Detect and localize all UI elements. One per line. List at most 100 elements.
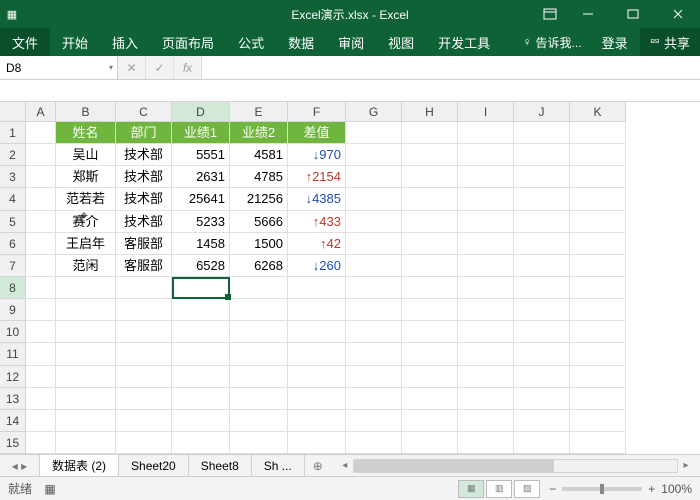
tab-view[interactable]: 视图: [376, 28, 426, 56]
cell[interactable]: [402, 166, 458, 188]
cell[interactable]: 5233: [172, 211, 230, 233]
sheet-tab[interactable]: Sh ...: [252, 455, 305, 476]
row-header[interactable]: 13: [0, 388, 26, 410]
cell[interactable]: [230, 343, 288, 365]
cell[interactable]: [346, 321, 402, 343]
row-header[interactable]: 10: [0, 321, 26, 343]
cell[interactable]: [514, 432, 570, 454]
cell[interactable]: [514, 144, 570, 166]
cell[interactable]: [458, 299, 514, 321]
cell[interactable]: [514, 277, 570, 299]
cell[interactable]: [570, 122, 626, 144]
cell[interactable]: 业绩1: [172, 122, 230, 144]
cell[interactable]: [458, 211, 514, 233]
col-header[interactable]: E: [230, 102, 288, 122]
cell[interactable]: [402, 299, 458, 321]
cell[interactable]: [116, 432, 172, 454]
cell[interactable]: [570, 432, 626, 454]
cell[interactable]: [288, 410, 346, 432]
cell[interactable]: [514, 166, 570, 188]
cell[interactable]: [514, 188, 570, 210]
cell[interactable]: 部门: [116, 122, 172, 144]
cell[interactable]: [288, 432, 346, 454]
spreadsheet-grid[interactable]: A B C D E F G H I J K 1姓名部门业绩1业绩2差值2吴山技术…: [0, 102, 700, 454]
cell[interactable]: [230, 388, 288, 410]
login-button[interactable]: 登录: [590, 28, 640, 56]
col-header[interactable]: G: [346, 102, 402, 122]
insert-function-button[interactable]: fx: [174, 56, 202, 79]
cell[interactable]: [458, 166, 514, 188]
col-header[interactable]: C: [116, 102, 172, 122]
zoom-level[interactable]: 100%: [661, 482, 692, 496]
cell[interactable]: [346, 166, 402, 188]
cell[interactable]: [346, 299, 402, 321]
row-header[interactable]: 11: [0, 343, 26, 365]
cell[interactable]: [346, 255, 402, 277]
col-header[interactable]: F: [288, 102, 346, 122]
col-header[interactable]: K: [570, 102, 626, 122]
cell[interactable]: [26, 388, 56, 410]
cell[interactable]: [346, 122, 402, 144]
cell[interactable]: 吴山: [56, 144, 116, 166]
cell[interactable]: ↓970: [288, 144, 346, 166]
row-header[interactable]: 3: [0, 166, 26, 188]
sheet-tab[interactable]: Sheet20: [119, 455, 189, 476]
cell[interactable]: [570, 166, 626, 188]
cell[interactable]: [570, 410, 626, 432]
row-header[interactable]: 4: [0, 188, 26, 210]
row-header[interactable]: 14: [0, 410, 26, 432]
cell[interactable]: [402, 366, 458, 388]
cell[interactable]: ↑433: [288, 211, 346, 233]
scroll-left-icon[interactable]: ◂: [337, 460, 353, 471]
cell[interactable]: [402, 343, 458, 365]
cell[interactable]: 2631: [172, 166, 230, 188]
minimize-button[interactable]: [565, 0, 610, 28]
cell[interactable]: 王启年: [56, 233, 116, 255]
cell[interactable]: [288, 343, 346, 365]
cell[interactable]: [402, 410, 458, 432]
cancel-formula-button[interactable]: ✕: [118, 56, 146, 79]
col-header[interactable]: D: [172, 102, 230, 122]
cell[interactable]: [26, 299, 56, 321]
cell[interactable]: [514, 343, 570, 365]
cell[interactable]: [230, 366, 288, 388]
cell[interactable]: [116, 410, 172, 432]
col-header[interactable]: I: [458, 102, 514, 122]
normal-view-button[interactable]: ▦: [458, 480, 484, 498]
col-header[interactable]: B: [56, 102, 116, 122]
row-header[interactable]: 1: [0, 122, 26, 144]
cell[interactable]: [402, 388, 458, 410]
cell[interactable]: [172, 410, 230, 432]
tab-formulas[interactable]: 公式: [226, 28, 276, 56]
cell[interactable]: [172, 299, 230, 321]
cell[interactable]: ↑42: [288, 233, 346, 255]
cell[interactable]: [570, 277, 626, 299]
cell[interactable]: [458, 321, 514, 343]
row-header[interactable]: 9: [0, 299, 26, 321]
cell[interactable]: [56, 366, 116, 388]
cell[interactable]: [570, 366, 626, 388]
cell[interactable]: [514, 211, 570, 233]
cell[interactable]: 客服部: [116, 233, 172, 255]
page-layout-view-button[interactable]: ▥: [486, 480, 512, 498]
cell[interactable]: [26, 211, 56, 233]
cell[interactable]: [346, 343, 402, 365]
cell[interactable]: [56, 432, 116, 454]
col-header[interactable]: J: [514, 102, 570, 122]
cell[interactable]: [56, 321, 116, 343]
cell[interactable]: [288, 299, 346, 321]
cell[interactable]: [458, 255, 514, 277]
cell[interactable]: [514, 388, 570, 410]
col-header[interactable]: A: [26, 102, 56, 122]
cell[interactable]: [402, 144, 458, 166]
cell[interactable]: [570, 255, 626, 277]
cell[interactable]: [346, 211, 402, 233]
zoom-out-button[interactable]: −: [549, 482, 556, 496]
cell[interactable]: [172, 321, 230, 343]
col-header[interactable]: H: [402, 102, 458, 122]
cell[interactable]: [230, 432, 288, 454]
tab-file[interactable]: 文件: [0, 28, 50, 56]
cell[interactable]: [230, 410, 288, 432]
cell[interactable]: [26, 343, 56, 365]
cell[interactable]: ↑2154: [288, 166, 346, 188]
